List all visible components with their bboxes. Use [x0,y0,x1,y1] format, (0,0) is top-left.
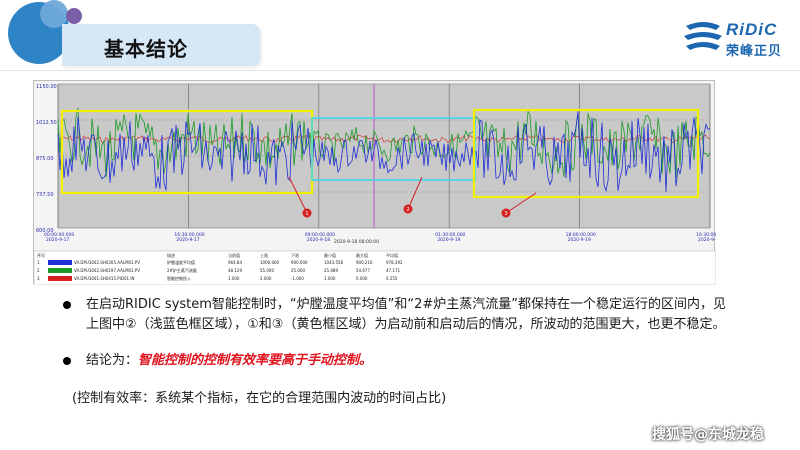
table-header: 上限 [260,252,268,258]
x-tick-date: 2020-9-17 [46,237,69,243]
table-cell: 978.392 [386,260,403,265]
table-cell: 2#炉主蒸汽流量 [167,267,197,273]
series-swatch [48,276,72,281]
x-tick-date: 2020-9-19 [437,237,460,243]
footnote: (控制有效率：系统某个指标，在它的合理范围内波动的时间占比) [72,391,447,406]
x-tick-date: 2020-9-17 [176,237,199,243]
table-cell: 964.84 [228,260,242,265]
marker-number: 1 [305,211,309,217]
table-cell: 0.255 [386,276,398,281]
bullet-dot [63,357,71,365]
conclusion-label: 结论为： [86,353,139,368]
table-cell: -1.000 [291,276,304,281]
table-cell: 1.000 [324,276,336,281]
table-cell: 1043.558 [324,260,344,265]
table-header: 最大值 [356,252,368,258]
y-tick-label: 875.00 [36,156,54,162]
table-cell: 47.171 [386,268,400,273]
x-tick-date: 2020-9-18 [307,237,330,243]
y-tick-label: 1012.50 [36,120,57,126]
trend-chart-screenshot: 1150.00 1012.50 875.00 737.50 600.00 00:00:00… [33,80,716,285]
table-header: 最小值 [324,252,336,258]
decor-circle-dot [66,8,82,24]
table-cell: 25.000 [291,268,305,273]
marker-number: 2 [406,207,410,213]
bullet-text-1: 在启动RIDIC system智能控制时，“炉膛温度平均值”和“2#炉主蒸汽流量… [86,297,727,332]
table-cell: 2.000 [260,276,272,281]
bullet-text-2: 结论为：智能控制的控制有效率要高于手动控制。 [86,351,736,371]
range-label: 2020-9-18 08:00:00 [334,239,379,245]
table-header: 序号 [37,252,45,258]
brand-logo: RiDiC 荣峰正贝 [682,18,792,59]
x-tick-date: 2020-9-19 [568,237,591,243]
page-title: 基本结论 [104,37,188,61]
series-swatch [48,260,72,265]
table-cell: 1000.000 [260,260,280,265]
table-cell: 炉膛温度平均值 [167,259,195,265]
bullet-dot [63,301,71,309]
table-cell: VA.DPU1002.SH0305.AALM01.PV [74,260,140,265]
table-cell: 900.216 [356,260,373,265]
table-cell: 55.000 [260,268,274,273]
logo-subtitle: 荣峰正贝 [726,44,783,59]
table-header: 平均值 [386,252,398,258]
series-swatch [48,268,72,273]
table-cell: VA.DPU1002.SH0197.AALM01.PV [74,268,140,273]
table-cell: 54.677 [356,268,370,273]
logo-mark-icon [684,22,722,50]
y-tick-label: 737.50 [36,192,54,198]
logo-name: RiDiC [726,20,778,39]
table-cell: 25.489 [324,268,338,273]
table-cell: VA.DPU1001.SH0415.PID01.IN [74,276,135,281]
x-tick-date: 2020-9-20 [698,237,716,243]
table-cell: 48.129 [228,268,242,273]
table-cell: 900.000 [291,260,308,265]
table-cell: 0.000 [356,276,368,281]
table-header: 描述 [167,252,175,258]
marker-number: 3 [504,211,508,217]
table-header: 当前值 [228,252,240,258]
watermark: 搜狐号@东城龙稳 [652,427,764,443]
table-cell: 智能控制投入 [167,275,191,281]
trend-chart: 1150.001012.50875.00737.50600.0000:00:00… [34,83,716,285]
table-header: 下限 [291,252,299,258]
y-tick-label: 1150.00 [36,84,57,90]
conclusion-emphasis: 智能控制的控制有效率要高于手动控制。 [138,353,373,368]
header-divider [0,70,800,71]
table-cell: 1.000 [228,276,240,281]
